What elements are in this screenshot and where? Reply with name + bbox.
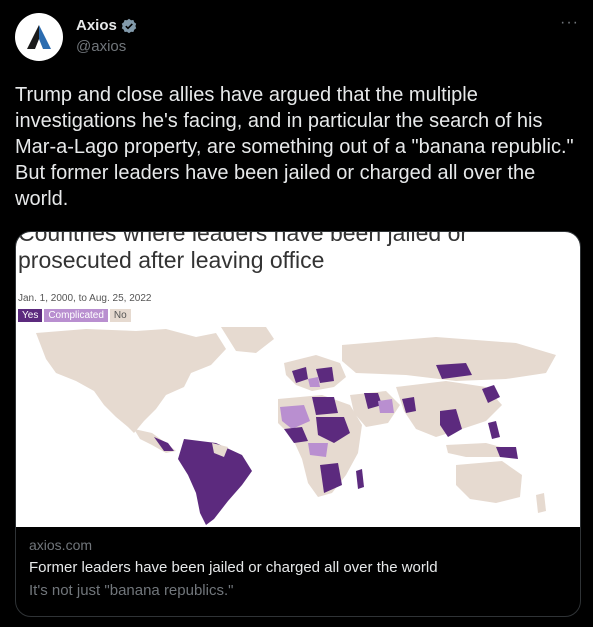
avatar[interactable] <box>15 13 63 61</box>
australia-region <box>456 461 522 503</box>
africa-yes-north <box>312 397 338 415</box>
card-image: Countries where leaders have been jailed… <box>16 232 580 527</box>
png-yes <box>496 447 518 459</box>
madagascar-yes <box>356 469 364 489</box>
axios-logo-icon <box>27 25 51 49</box>
tweet-text: Trump and close allies have argued that … <box>15 84 574 210</box>
author-name[interactable]: Axios <box>76 17 117 34</box>
chart-subtitle: Jan. 1, 2000, to Aug. 25, 2022 <box>18 293 152 304</box>
author-handle[interactable]: @axios <box>76 38 126 55</box>
philippines-yes <box>488 421 500 439</box>
world-map <box>36 327 556 525</box>
link-card[interactable]: Countries where leaders have been jailed… <box>15 231 581 617</box>
new-zealand-region <box>536 493 546 513</box>
legend-complicated: Complicated <box>44 309 108 322</box>
africa-complicated-central <box>308 443 328 457</box>
card-meta: axios.com Former leaders have been jaile… <box>16 527 580 609</box>
legend-yes: Yes <box>18 309 43 322</box>
card-description: It's not just "banana republics." <box>29 582 234 599</box>
card-domain: axios.com <box>29 537 93 553</box>
map-legend: Yes Complicated No <box>18 309 131 322</box>
north-america-region <box>36 329 226 433</box>
card-title[interactable]: Former leaders have been jailed or charg… <box>29 559 567 576</box>
chart-title: Countries where leaders have been jailed… <box>18 232 469 273</box>
author-name-row: Axios <box>76 17 137 34</box>
verified-badge-icon <box>121 18 137 33</box>
legend-no: No <box>109 309 131 322</box>
greenland-region <box>221 327 274 353</box>
more-options-button[interactable]: ··· <box>560 14 579 32</box>
middle-east-complicated <box>378 399 394 413</box>
